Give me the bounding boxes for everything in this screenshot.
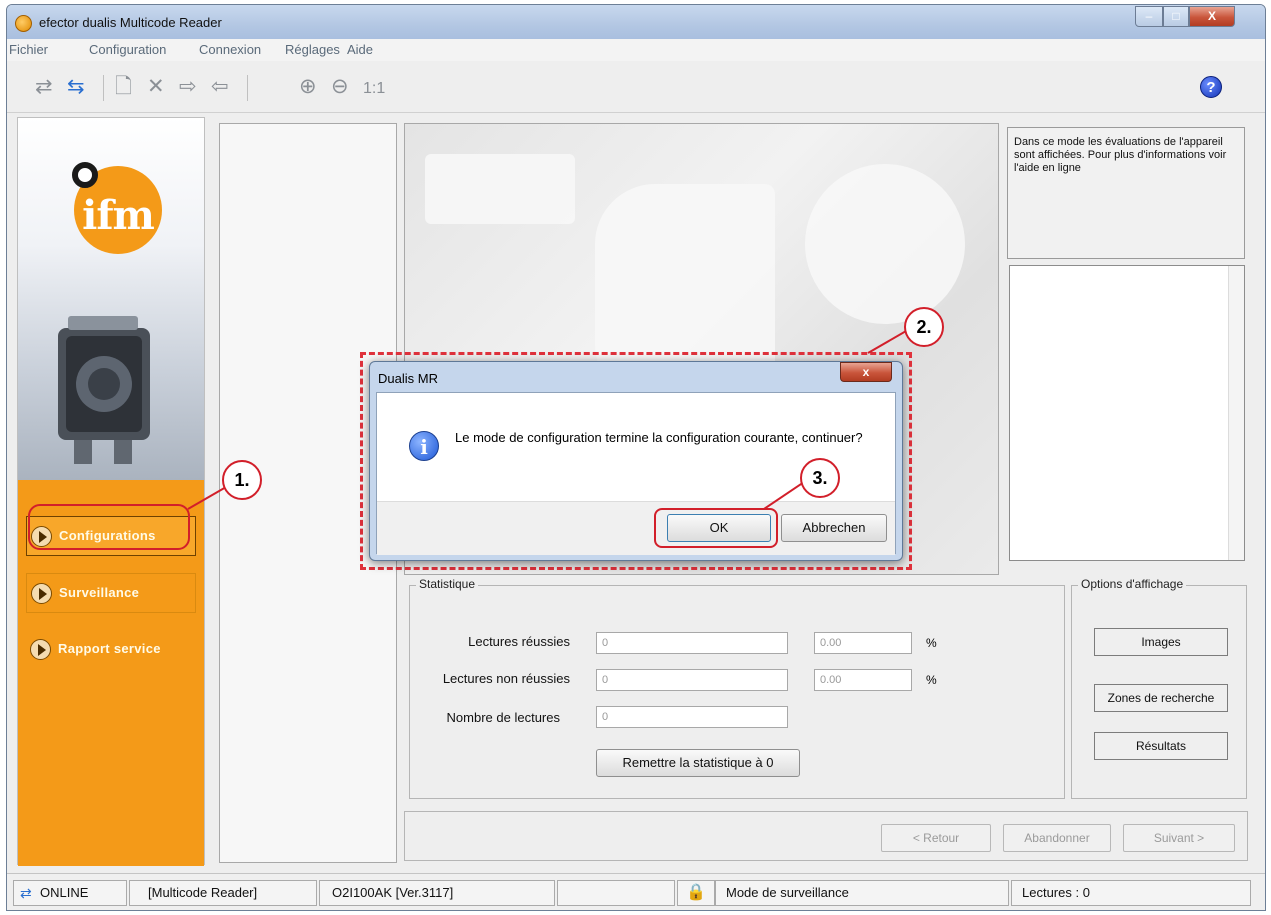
toolbar-separator [247, 75, 248, 101]
menu-configuration[interactable]: Configuration [89, 42, 166, 57]
images-toggle-button[interactable]: Images [1094, 628, 1228, 656]
status-empty-cell [557, 880, 675, 906]
dialog-message: Le mode de configuration termine la conf… [455, 430, 863, 445]
menu-aide[interactable]: Aide [347, 42, 373, 57]
delete-icon[interactable]: ✕ [147, 75, 165, 99]
sidebar-header: ifm [18, 118, 204, 480]
results-scrollbar[interactable] [1228, 266, 1244, 560]
dialog-close-button[interactable]: x [840, 362, 892, 382]
next-button[interactable]: Suivant > [1123, 824, 1235, 852]
toolbar: ⇄ ⇆ 🗋 ✕ ⇨ ⇦ ⊕ ⊖ 1:1 ? [7, 61, 1265, 113]
failed-reads-count: 0 [596, 669, 788, 691]
status-bar: ⇄ ONLINE [Multicode Reader] O2I100AK [Ve… [7, 873, 1265, 910]
zoom-in-icon[interactable]: ⊕ [299, 75, 317, 99]
results-list[interactable] [1009, 265, 1245, 561]
successful-reads-percent: 0.00 [814, 632, 912, 654]
zoom-out-icon[interactable]: ⊖ [331, 75, 349, 99]
statistics-legend: Statistique [416, 577, 479, 591]
sidebar-item-surveillance[interactable]: Surveillance [26, 573, 196, 613]
connection-status-text: ONLINE [40, 885, 89, 900]
back-button[interactable]: < Retour [881, 824, 991, 852]
abort-button[interactable]: Abandonner [1003, 824, 1111, 852]
window-title: efector dualis Multicode Reader [39, 15, 222, 30]
close-button[interactable]: X [1189, 6, 1235, 27]
help-icon[interactable]: ? [1200, 76, 1222, 98]
dialog-title: Dualis MR [378, 371, 438, 386]
sidebar: ifm Configurations Surveillance Rapport … [17, 117, 205, 866]
background-image-shape [805, 164, 965, 324]
lock-icon: 🔒 [686, 884, 706, 901]
percent-unit: % [926, 636, 937, 650]
sensor-device-image [58, 316, 150, 464]
configurations-highlight [28, 504, 190, 550]
ok-highlight [654, 508, 778, 548]
callout-2: 2. [904, 307, 944, 347]
percent-unit: % [926, 673, 937, 687]
app-icon [15, 15, 32, 32]
connection-icon: ⇄ [20, 885, 32, 901]
dialog-footer: OK Abbrechen [377, 501, 895, 555]
display-options-group: Options d'affichage Images Zones de rech… [1071, 577, 1247, 799]
callout-1: 1. [222, 460, 262, 500]
reads-counter: Lectures : 0 [1011, 880, 1251, 906]
connection-status: ⇄ ONLINE [13, 880, 127, 906]
zoom-reset-button[interactable]: 1:1 [363, 77, 385, 101]
device-type: [Multicode Reader] [129, 880, 317, 906]
total-reads-count: 0 [596, 706, 788, 728]
search-zones-toggle-button[interactable]: Zones de recherche [1094, 684, 1228, 712]
total-reads-label: Nombre de lectures [446, 710, 560, 725]
background-image-shape [425, 154, 575, 224]
minimize-button[interactable]: – [1135, 6, 1163, 27]
successful-reads-label: Lectures réussies [468, 634, 570, 649]
statistics-group: Statistique Lectures réussies 0 0.00 % L… [409, 577, 1065, 799]
disconnect-icon[interactable]: ⇄ [35, 75, 53, 99]
wizard-nav: < Retour Abandonner Suivant > [404, 811, 1248, 861]
menu-bar: Fichier Configuration Connexion Réglages… [7, 39, 1265, 61]
connect-icon[interactable]: ⇆ [67, 75, 85, 99]
menu-connexion[interactable]: Connexion [199, 42, 261, 57]
mode-info-text: Dans ce mode les évaluations de l'appare… [1014, 136, 1227, 174]
play-arrow-icon [31, 583, 52, 604]
reset-statistics-button[interactable]: Remettre la statistique à 0 [596, 749, 800, 777]
current-mode: Mode de surveillance [715, 880, 1009, 906]
cancel-button[interactable]: Abbrechen [781, 514, 887, 542]
maximize-button[interactable]: □ [1163, 6, 1189, 27]
callout-3: 3. [800, 458, 840, 498]
ifm-logo: ifm [72, 162, 162, 254]
display-options-legend: Options d'affichage [1078, 577, 1187, 591]
title-bar: efector dualis Multicode Reader – □ X [7, 5, 1265, 39]
sidebar-item-rapport-service[interactable]: Rapport service [26, 630, 196, 670]
failed-reads-label: Lectures non réussies [442, 671, 570, 686]
upload-icon[interactable]: ⇨ [179, 75, 197, 99]
info-icon: i [409, 431, 439, 461]
sidebar-item-label: Surveillance [59, 585, 140, 600]
failed-reads-percent: 0.00 [814, 669, 912, 691]
toolbar-separator [103, 75, 104, 101]
results-toggle-button[interactable]: Résultats [1094, 732, 1228, 760]
successful-reads-count: 0 [596, 632, 788, 654]
new-file-icon[interactable]: 🗋 [115, 75, 132, 99]
play-arrow-icon [30, 639, 51, 660]
menu-reglages[interactable]: Réglages [285, 42, 340, 57]
lock-status: 🔒 [677, 880, 715, 906]
sidebar-item-label: Rapport service [58, 641, 161, 656]
menu-fichier[interactable]: Fichier [9, 42, 48, 57]
logo-dot [72, 162, 98, 188]
logo-text: ifm [82, 192, 155, 239]
firmware-version: O2I100AK [Ver.3117] [319, 880, 555, 906]
mode-info-box: Dans ce mode les évaluations de l'appare… [1007, 127, 1245, 259]
download-icon[interactable]: ⇦ [211, 75, 229, 99]
